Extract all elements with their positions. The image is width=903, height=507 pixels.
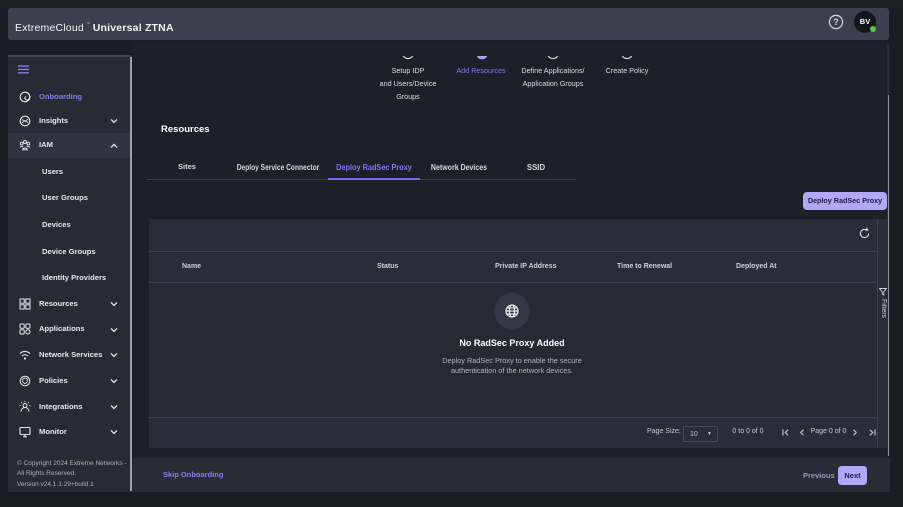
svg-text:?: ? xyxy=(833,17,839,27)
